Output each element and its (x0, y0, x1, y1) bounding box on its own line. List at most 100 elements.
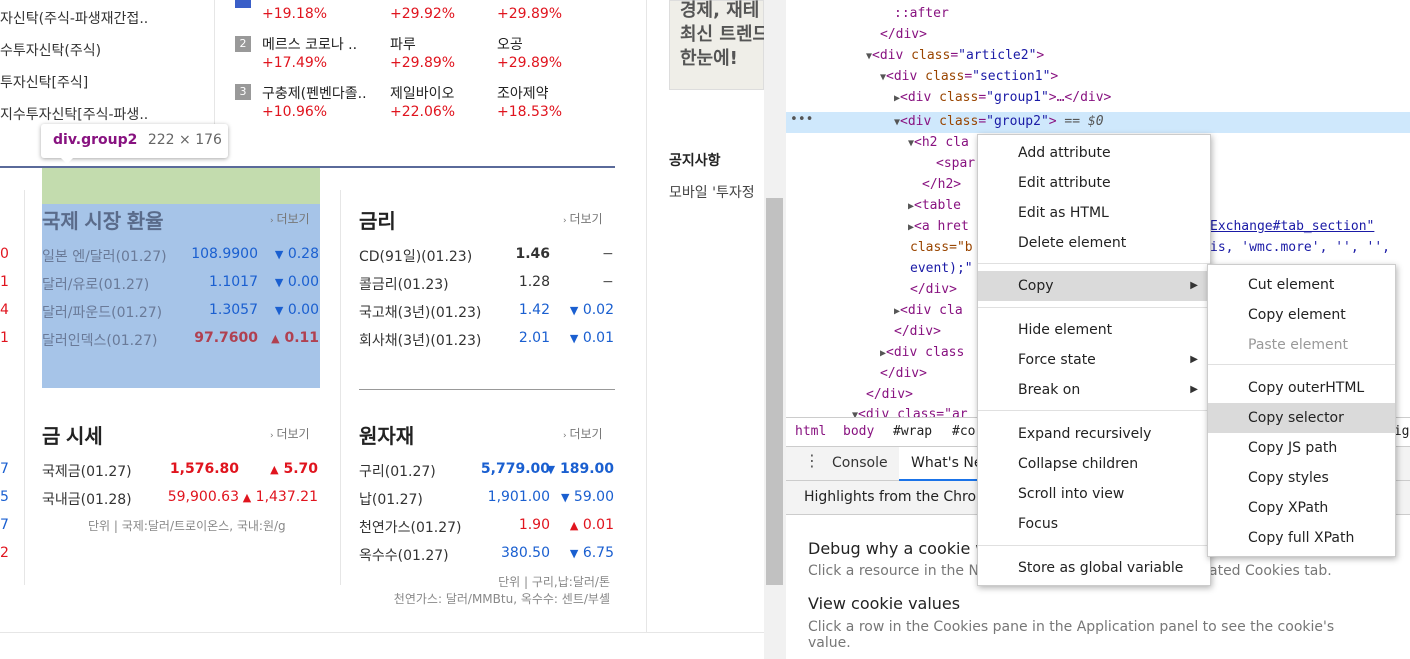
exchange-row-value: 97.7600 (194, 330, 258, 346)
submenu-copy-js-path[interactable]: Copy JS path (1208, 433, 1395, 463)
fund-link-2[interactable]: 수투자신탁(주식) (0, 40, 101, 60)
down-arrow-icon: ▼ (274, 248, 284, 261)
rates-row-value: 1.46 (515, 246, 550, 262)
href-link[interactable]: Exchange#tab_section" (1210, 219, 1374, 234)
menu-force-state[interactable]: Force state ▶ (978, 345, 1210, 375)
tab-console[interactable]: Console (832, 455, 888, 471)
raw-row-value: 1,901.00 (487, 489, 550, 505)
breadcrumb-container[interactable]: #co (952, 424, 975, 439)
submenu-copy-selector[interactable]: Copy selector (1208, 403, 1395, 433)
raw-row-name: 천연가스(01.27) (359, 520, 462, 536)
menu-collapse-children[interactable]: Collapse children (978, 449, 1210, 479)
rates-row-change: ▼ 0.01 (569, 330, 614, 346)
dom-node[interactable]: ▶<table (908, 198, 961, 213)
submenu-copy-xpath[interactable]: Copy XPath (1208, 493, 1395, 523)
dom-node[interactable]: </div> (910, 282, 957, 297)
breadcrumb-html[interactable]: html (795, 424, 826, 439)
dom-node[interactable]: ▼<div class="section1"> (880, 69, 1058, 84)
notice-item[interactable]: 모바일 '투자정 (669, 182, 755, 202)
dom-node[interactable]: </div> (894, 324, 941, 339)
dom-node[interactable]: ▶<div class (880, 345, 964, 360)
dom-node[interactable]: class="b (910, 240, 973, 255)
collapse-triangle-icon[interactable]: ▶ (894, 93, 900, 104)
rates-title: 금리 (359, 211, 396, 233)
exchange-row-change: ▲ 0.11 (271, 330, 319, 346)
exchange-row-change: ▼ 0.28 (274, 246, 319, 262)
menu-copy[interactable]: Copy ▶ (978, 271, 1210, 301)
stock-name[interactable]: 조아제약 (497, 83, 549, 103)
expand-triangle-icon[interactable]: ▼ (866, 51, 872, 62)
fund-link-3[interactable]: 투자신탁[주식] (0, 72, 88, 92)
stock-name[interactable]: 파루 (390, 34, 416, 54)
tooltip-arrow (60, 157, 74, 164)
fund-link-1[interactable]: 자신탁(주식-파생재간접.. (0, 8, 148, 28)
cookie-view-title[interactable]: View cookie values (808, 594, 960, 613)
dom-node[interactable]: </div> (880, 27, 927, 42)
up-arrow-icon: ▲ (569, 519, 579, 532)
submenu-copy-element[interactable]: Copy element (1208, 300, 1395, 330)
rates-more-link[interactable]: › 더보기 (563, 210, 603, 227)
menu-break-on[interactable]: Break on ▶ (978, 375, 1210, 405)
onclick-value[interactable]: is, 'wmc.more', '', '', (1210, 240, 1390, 255)
notice-title: 공지사항 (669, 153, 721, 169)
dom-node[interactable]: <spar (936, 156, 975, 171)
exchange-more-link[interactable]: › 더보기 (270, 210, 310, 227)
gold-more-link[interactable]: › 더보기 (270, 425, 310, 442)
dom-node[interactable]: </div> (866, 387, 913, 402)
stock-pct: +19.18% (262, 6, 328, 22)
up-arrow-icon: ▲ (270, 463, 279, 476)
dom-node[interactable]: ::after (894, 6, 949, 21)
rates-row-value: 1.28 (518, 274, 550, 290)
dom-node[interactable]: ▶<div cla (894, 303, 963, 318)
dom-node[interactable]: event);" (910, 261, 973, 276)
menu-focus[interactable]: Focus (978, 509, 1210, 539)
breadcrumb-wrap[interactable]: #wrap (893, 424, 932, 439)
node-ellipsis[interactable]: ••• (790, 112, 813, 127)
dom-node[interactable]: ▼<div class="ar (852, 407, 968, 417)
fund-link-4[interactable]: 지수투자신탁[주식-파생.. (0, 104, 148, 124)
raw-more-link[interactable]: › 더보기 (563, 425, 603, 442)
dom-node-selected[interactable]: ▼<div class="group2"> == $0 (894, 114, 1104, 129)
menu-store-global-variable[interactable]: Store as global variable (978, 553, 1210, 583)
raw-row-value: 380.50 (501, 545, 550, 561)
stock-name[interactable]: 메르스 코로나 .. (262, 34, 357, 54)
stock-name[interactable]: 오공 (497, 34, 523, 54)
cookie-debug-title[interactable]: Debug why a cookie w (808, 539, 988, 558)
down-arrow-icon: ▼ (569, 332, 579, 345)
menu-delete-element[interactable]: Delete element (978, 228, 1210, 258)
menu-edit-as-html[interactable]: Edit as HTML (978, 198, 1210, 228)
submenu-copy-styles[interactable]: Copy styles (1208, 463, 1395, 493)
menu-separator (978, 545, 1210, 546)
submenu-copy-full-xpath[interactable]: Copy full XPath (1208, 523, 1395, 553)
raw-unit-note: 단위 | 구리,납:달러/톤 (498, 575, 610, 589)
gold-row-value: 1,576.80 (169, 461, 239, 477)
stock-name[interactable]: 구충제(펜벤다졸.. (262, 83, 367, 103)
raw-row-change: ▲ 0.01 (569, 517, 614, 533)
submenu-arrow-icon: ▶ (1190, 280, 1198, 291)
dom-node[interactable]: ▼<div class="article2"> (866, 48, 1044, 63)
menu-hide-element[interactable]: Hide element (978, 315, 1210, 345)
dom-node[interactable]: </div> (880, 366, 927, 381)
submenu-copy-outerhtml[interactable]: Copy outerHTML (1208, 373, 1395, 403)
gold-row-name: 국내금(01.28) (42, 492, 132, 508)
dom-node[interactable]: ▶<a hret (908, 219, 969, 234)
submenu-cut-element[interactable]: Cut element (1208, 270, 1395, 300)
expand-triangle-icon[interactable]: ▼ (880, 72, 886, 83)
gold-row-name: 국제금(01.27) (42, 464, 132, 480)
stock-name[interactable]: 제일바이오 (390, 83, 454, 103)
rank-badge: 3 (235, 84, 251, 100)
stock-pct: +29.92% (390, 6, 456, 22)
kebab-menu-icon[interactable]: ⋮ (804, 451, 820, 470)
menu-add-attribute[interactable]: Add attribute (978, 138, 1210, 168)
dom-node[interactable]: </h2> (922, 177, 961, 192)
menu-edit-attribute[interactable]: Edit attribute (978, 168, 1210, 198)
breadcrumb-body[interactable]: body (843, 424, 874, 439)
menu-expand-recursively[interactable]: Expand recursively (978, 419, 1210, 449)
dom-node[interactable]: ▶<div class="group1">…</div> (894, 90, 1111, 105)
dom-node[interactable]: ▼<h2 cla (908, 135, 969, 150)
menu-scroll-into-view[interactable]: Scroll into view (978, 479, 1210, 509)
tab-whats-new[interactable]: What's Ne (911, 455, 982, 471)
expand-triangle-icon[interactable]: ▼ (894, 117, 900, 128)
raw-row-name: 납(01.27) (359, 492, 423, 508)
page-scrollbar-thumb[interactable] (766, 198, 783, 585)
